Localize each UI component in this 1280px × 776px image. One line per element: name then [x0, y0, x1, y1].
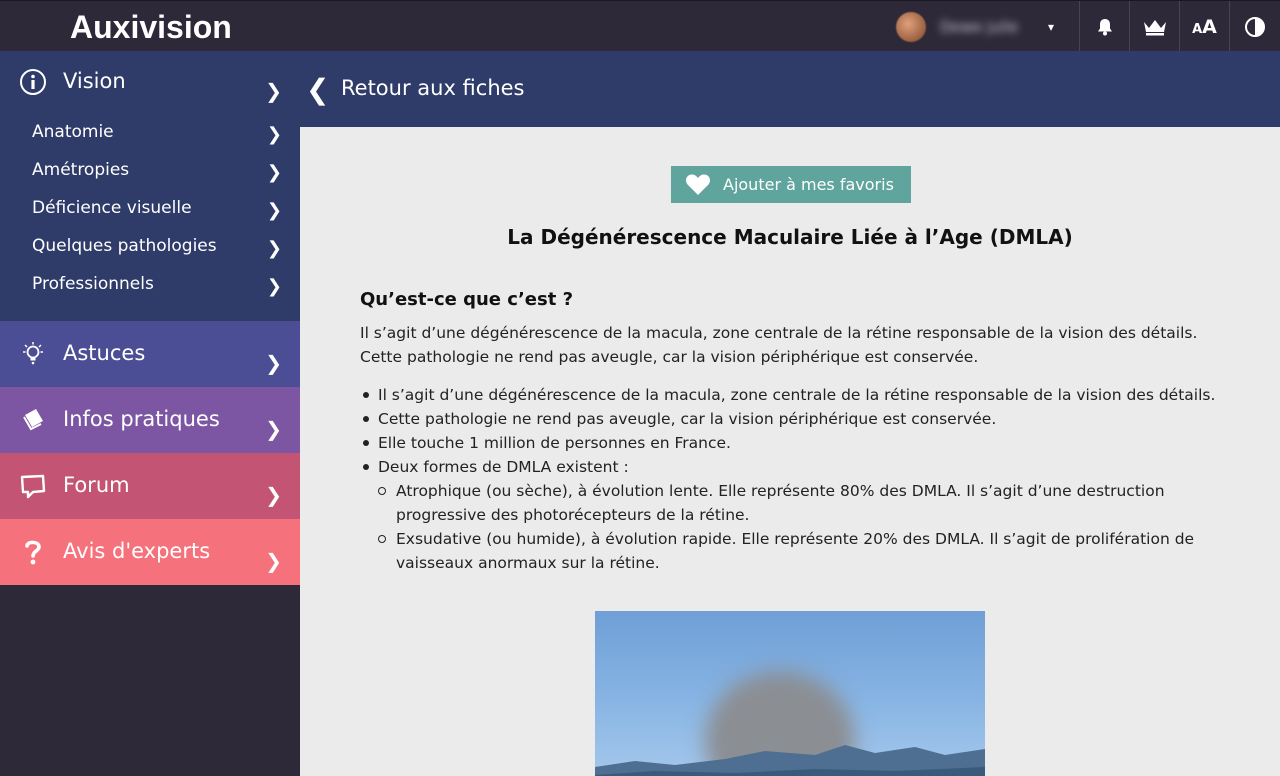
list-item: Cette pathologie ne rend pas aveugle, ca… — [360, 407, 1240, 431]
text-size-icon: AA — [1192, 15, 1217, 38]
sidebar-item-label: Avis d'experts — [63, 539, 211, 563]
sidebar-subitem-anatomie[interactable]: Anatomie ❯ — [0, 113, 300, 151]
app-logo[interactable]: Auxivision — [70, 9, 232, 46]
sidebar-item-label: Astuces — [63, 341, 146, 365]
mountains — [595, 745, 985, 776]
list-item: Il s’agit d’une dégénérescence de la mac… — [360, 383, 1240, 407]
notifications-button[interactable] — [1079, 1, 1129, 52]
user-name[interactable]: Dewe julie — [940, 18, 1032, 36]
sidebar-subitem-label: Quelques pathologies — [32, 236, 217, 256]
crown-icon — [1142, 17, 1168, 37]
premium-button[interactable] — [1129, 1, 1179, 52]
chevron-right-icon: ❯ — [265, 483, 282, 507]
dmla-illustration-image — [595, 611, 985, 776]
list-item: Elle touche 1 million de personnes en Fr… — [360, 431, 1240, 455]
page-title: La Dégénérescence Maculaire Liée à l’Age… — [507, 225, 1073, 249]
sidebar-item-forum[interactable]: Forum ❯ — [0, 453, 300, 519]
sidebar-subitem-label: Amétropies — [32, 160, 130, 180]
sidebar-subitem-label: Anatomie — [32, 122, 114, 142]
sidebar-item-vision[interactable]: Vision ❯ — [0, 51, 300, 113]
sidebar-item-avis-experts[interactable]: Avis d'experts ❯ — [0, 519, 300, 585]
sidebar-subitem-deficience-visuelle[interactable]: Déficience visuelle ❯ — [0, 189, 300, 227]
intro-line: Il s’agit d’une dégénérescence de la mac… — [360, 324, 1198, 342]
sidebar-subitem-professionnels[interactable]: Professionnels ❯ — [0, 265, 300, 303]
heart-icon — [685, 173, 711, 197]
list-item-text: Deux formes de DMLA existent : — [378, 458, 629, 476]
add-favorite-label: Ajouter à mes favoris — [723, 175, 894, 194]
chevron-left-icon[interactable]: ❮ — [306, 73, 329, 106]
contrast-button[interactable] — [1229, 1, 1280, 52]
chevron-right-icon: ❯ — [265, 417, 282, 441]
avatar[interactable] — [896, 12, 926, 42]
chevron-right-icon: ❯ — [265, 549, 282, 573]
sidebar-item-astuces[interactable]: Astuces ❯ — [0, 321, 300, 387]
sub-list-item: Atrophique (ou sèche), à évolution lente… — [378, 479, 1240, 527]
sidebar-item-label: Forum — [63, 473, 130, 497]
intro-line: Cette pathologie ne rend pas aveugle, ca… — [360, 348, 979, 366]
sidebar: Vision ❯ Anatomie ❯ Amétropies ❯ Déficie… — [0, 51, 300, 776]
chevron-right-icon: ❯ — [265, 351, 282, 375]
question-icon — [19, 538, 47, 566]
sidebar-section-vision: Vision ❯ Anatomie ❯ Amétropies ❯ Déficie… — [0, 51, 300, 321]
section-heading: Qu’est-ce que c’est ? — [360, 289, 574, 310]
sub-list-item: Exsudative (ou humide), à évolution rapi… — [378, 527, 1240, 575]
text-size-button[interactable]: AA — [1179, 1, 1229, 52]
book-icon — [19, 406, 47, 434]
top-bar: Auxivision Dewe julie ▾ AA — [0, 0, 1280, 52]
sidebar-item-label: Vision — [63, 69, 126, 93]
contrast-icon — [1244, 16, 1266, 38]
fact-list: Il s’agit d’une dégénérescence de la mac… — [360, 383, 1240, 575]
chevron-right-icon: ❯ — [266, 238, 282, 259]
chevron-right-icon: ❯ — [266, 162, 282, 183]
info-icon — [19, 68, 47, 96]
chevron-right-icon: ❯ — [266, 276, 282, 297]
main-content: Ajouter à mes favoris La Dégénérescence … — [300, 127, 1280, 776]
sidebar-subitem-ametropies[interactable]: Amétropies ❯ — [0, 151, 300, 189]
sidebar-item-infos-pratiques[interactable]: Infos pratiques ❯ — [0, 387, 300, 453]
sub-list: Atrophique (ou sèche), à évolution lente… — [378, 479, 1240, 575]
sidebar-subitem-pathologies[interactable]: Quelques pathologies ❯ — [0, 227, 300, 265]
sidebar-subitem-label: Professionnels — [32, 274, 154, 294]
sidebar-subitem-label: Déficience visuelle — [32, 198, 192, 218]
chevron-right-icon: ❯ — [266, 200, 282, 221]
chevron-right-icon: ❯ — [266, 124, 282, 145]
chat-icon — [19, 472, 47, 500]
list-item: Deux formes de DMLA existent : Atrophiqu… — [360, 455, 1240, 575]
chevron-down-icon[interactable]: ▾ — [1048, 20, 1054, 34]
lightbulb-icon — [19, 340, 47, 368]
back-bar: ❮ Retour aux fiches — [300, 51, 1280, 127]
user-menu[interactable]: Dewe julie ▾ — [896, 11, 1054, 43]
intro-paragraph: Il s’agit d’une dégénérescence de la mac… — [360, 321, 1230, 369]
add-favorite-button[interactable]: Ajouter à mes favoris — [671, 166, 911, 203]
sidebar-item-label: Infos pratiques — [63, 407, 220, 431]
chevron-right-icon: ❯ — [265, 79, 282, 103]
bell-icon — [1095, 17, 1115, 37]
back-link[interactable]: Retour aux fiches — [341, 76, 525, 100]
